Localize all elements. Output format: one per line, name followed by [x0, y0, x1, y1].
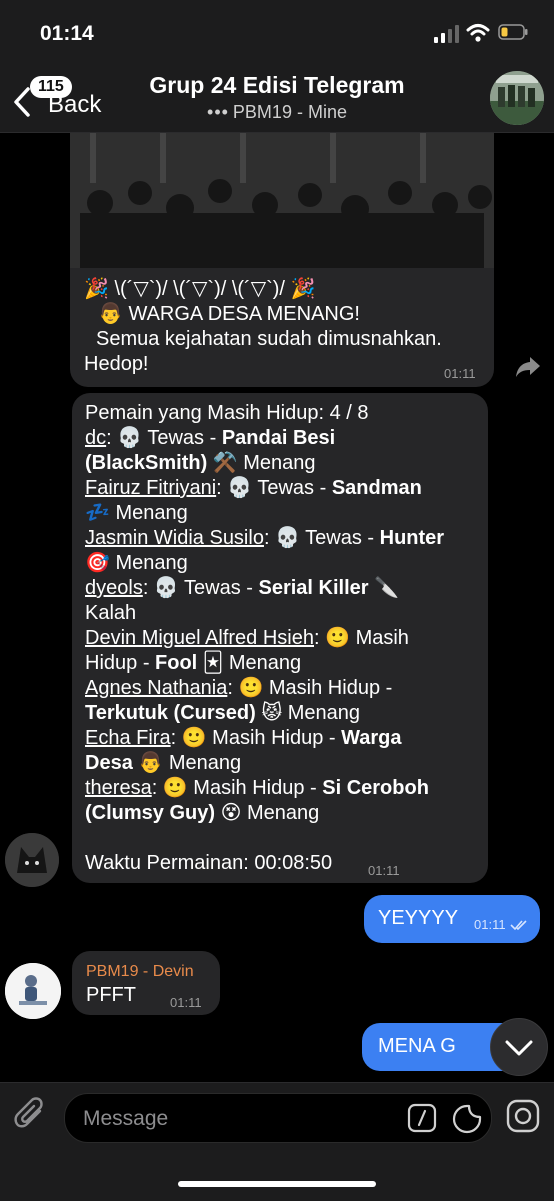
message-time: 01:11 [170, 995, 202, 1010]
player-outcome: 🃏 Menang [197, 652, 302, 674]
chevron-left-icon [14, 87, 30, 117]
wolf-avatar-image [5, 833, 59, 887]
player-outcome: 👨 Menang [132, 752, 242, 774]
status-bar: 01:14 [0, 0, 554, 64]
player-status: : 🙂 Masih Hidup - [170, 727, 342, 749]
chat-title[interactable]: Grup 24 Edisi Telegram [120, 72, 434, 99]
player-outcome: Kalah [85, 602, 137, 624]
group-avatar[interactable] [490, 71, 544, 125]
home-indicator [178, 1181, 376, 1187]
typing-dots: ••• [207, 102, 229, 122]
photo-message[interactable]: 🎉 \(´▽`)/ \(´▽`)/ \(´▽`)/ 🎉 👨 WARGA DESA… [70, 133, 494, 387]
player-role: Warga [341, 727, 402, 749]
player-status: : 💀 Tewas - [142, 577, 259, 599]
message-time: 01:11 [444, 366, 476, 381]
player-status: : 🙂 Masih Hidup - [227, 677, 393, 699]
player-role: Pandai Besi [221, 427, 336, 449]
player-link[interactable]: Fairuz Fitriyani [85, 477, 216, 499]
player-status: Hidup - [85, 652, 156, 674]
game-result-message[interactable]: Pemain yang Masih Hidup: 4 / 8 dc: 💀 Tew… [72, 393, 488, 883]
signal-icon [434, 25, 459, 43]
player-status: : 🙂 Masih [314, 627, 409, 649]
sender-avatar[interactable] [5, 963, 61, 1019]
player-status: : 💀 Tewas - [263, 527, 380, 549]
player-link[interactable]: Jasmin Widia Susilo [85, 527, 264, 549]
sender-avatar[interactable] [5, 833, 59, 887]
message-photo[interactable] [70, 133, 494, 268]
player-status: : 💀 Tewas - [106, 427, 222, 449]
player-link[interactable]: Echa Fira [85, 727, 171, 749]
player-role: Hunter [379, 527, 445, 549]
status-time: 01:14 [40, 22, 94, 45]
caption-line: Semua kejahatan sudah dimusnahkan. [96, 328, 442, 350]
chat-header: Back 115 Grup 24 Edisi Telegram ••• PBM19… [0, 64, 554, 133]
back-button[interactable]: Back 115 [8, 72, 108, 122]
chat-subtitle: ••• PBM19 - Mine [120, 102, 434, 123]
sticker-icon[interactable] [451, 1103, 483, 1135]
message-caption: 🎉 \(´▽`)/ \(´▽`)/ \(´▽`)/ 🎉 👨 WARGA DESA… [84, 277, 484, 377]
paperclip-icon[interactable] [14, 1097, 48, 1133]
player-status: : 🙂 Masih Hidup - [151, 777, 323, 799]
scroll-down-button[interactable] [490, 1018, 548, 1076]
command-icon[interactable] [407, 1103, 437, 1133]
player-link[interactable]: theresa [85, 777, 152, 799]
player-role: Serial Killer [258, 577, 369, 599]
player-role: Si Ceroboh [322, 777, 429, 799]
player-role: (BlackSmith) [85, 452, 208, 474]
result-footer: Waktu Permainan: 00:08:50 [85, 852, 333, 874]
devin-avatar-image [5, 963, 61, 1019]
result-header: Pemain yang Masih Hidup: 4 / 8 [85, 402, 369, 424]
share-icon[interactable] [514, 355, 542, 379]
message-text: MENA G [378, 1035, 456, 1057]
incoming-message[interactable]: PBM19 - Devin PFFT 01:11 [72, 951, 220, 1015]
player-link[interactable]: dc [85, 427, 106, 449]
message-time: 01:11 [474, 917, 506, 932]
outgoing-message[interactable]: YEYYYY 01:11 [364, 895, 540, 943]
player-role: Desa [85, 752, 133, 774]
player-role: Fool [155, 652, 198, 674]
wifi-icon [466, 24, 490, 42]
role-emoji: 🔪 [368, 577, 400, 599]
player-link[interactable]: Devin Miguel Alfred Hsieh [85, 627, 314, 649]
unread-count-badge: 115 [30, 76, 72, 98]
message-text: YEYYYY [378, 907, 459, 929]
message-input-container[interactable] [64, 1093, 492, 1143]
message-text: PFFT [86, 984, 136, 1006]
caption-line: 👨 WARGA DESA MENANG! [98, 303, 360, 325]
player-link[interactable]: Agnes Nathania [85, 677, 227, 699]
battery-icon [498, 24, 528, 40]
player-status: : 💀 Tewas - [216, 477, 332, 499]
caption-line: 🎉 \(´▽`)/ \(´▽`)/ \(´▽`)/ 🎉 [84, 278, 316, 300]
message-time: 01:11 [368, 863, 400, 878]
group-photo [490, 71, 544, 125]
camera-icon[interactable] [506, 1099, 540, 1133]
caption-line: Hedop! [84, 353, 149, 375]
chevron-down-icon [505, 1040, 533, 1056]
player-role: Sandman [331, 477, 422, 499]
sender-name[interactable]: PBM19 - Devin [86, 959, 194, 984]
player-outcome: ⚒️ Menang [207, 452, 316, 474]
player-outcome: 😵 Menang [215, 802, 320, 824]
player-outcome: 💤 Menang [85, 502, 188, 524]
player-role: Terkutuk (Cursed) [85, 702, 256, 724]
typing-status: PBM19 - Mine [232, 102, 347, 122]
message-input[interactable] [81, 1102, 385, 1136]
player-outcome: 😾 Menang [255, 702, 361, 724]
read-checkmarks-icon [510, 920, 527, 931]
message-list[interactable]: 🎉 \(´▽`)/ \(´▽`)/ \(´▽`)/ 🎉 👨 WARGA DESA… [0, 133, 554, 1081]
message-text: Pemain yang Masih Hidup: 4 / 8 dc: 💀 Tew… [85, 401, 481, 876]
composer-bar [0, 1082, 554, 1201]
player-outcome: 🎯 Menang [85, 552, 188, 574]
player-link[interactable]: dyeols [85, 577, 143, 599]
player-role: (Clumsy Guy) [85, 802, 216, 824]
